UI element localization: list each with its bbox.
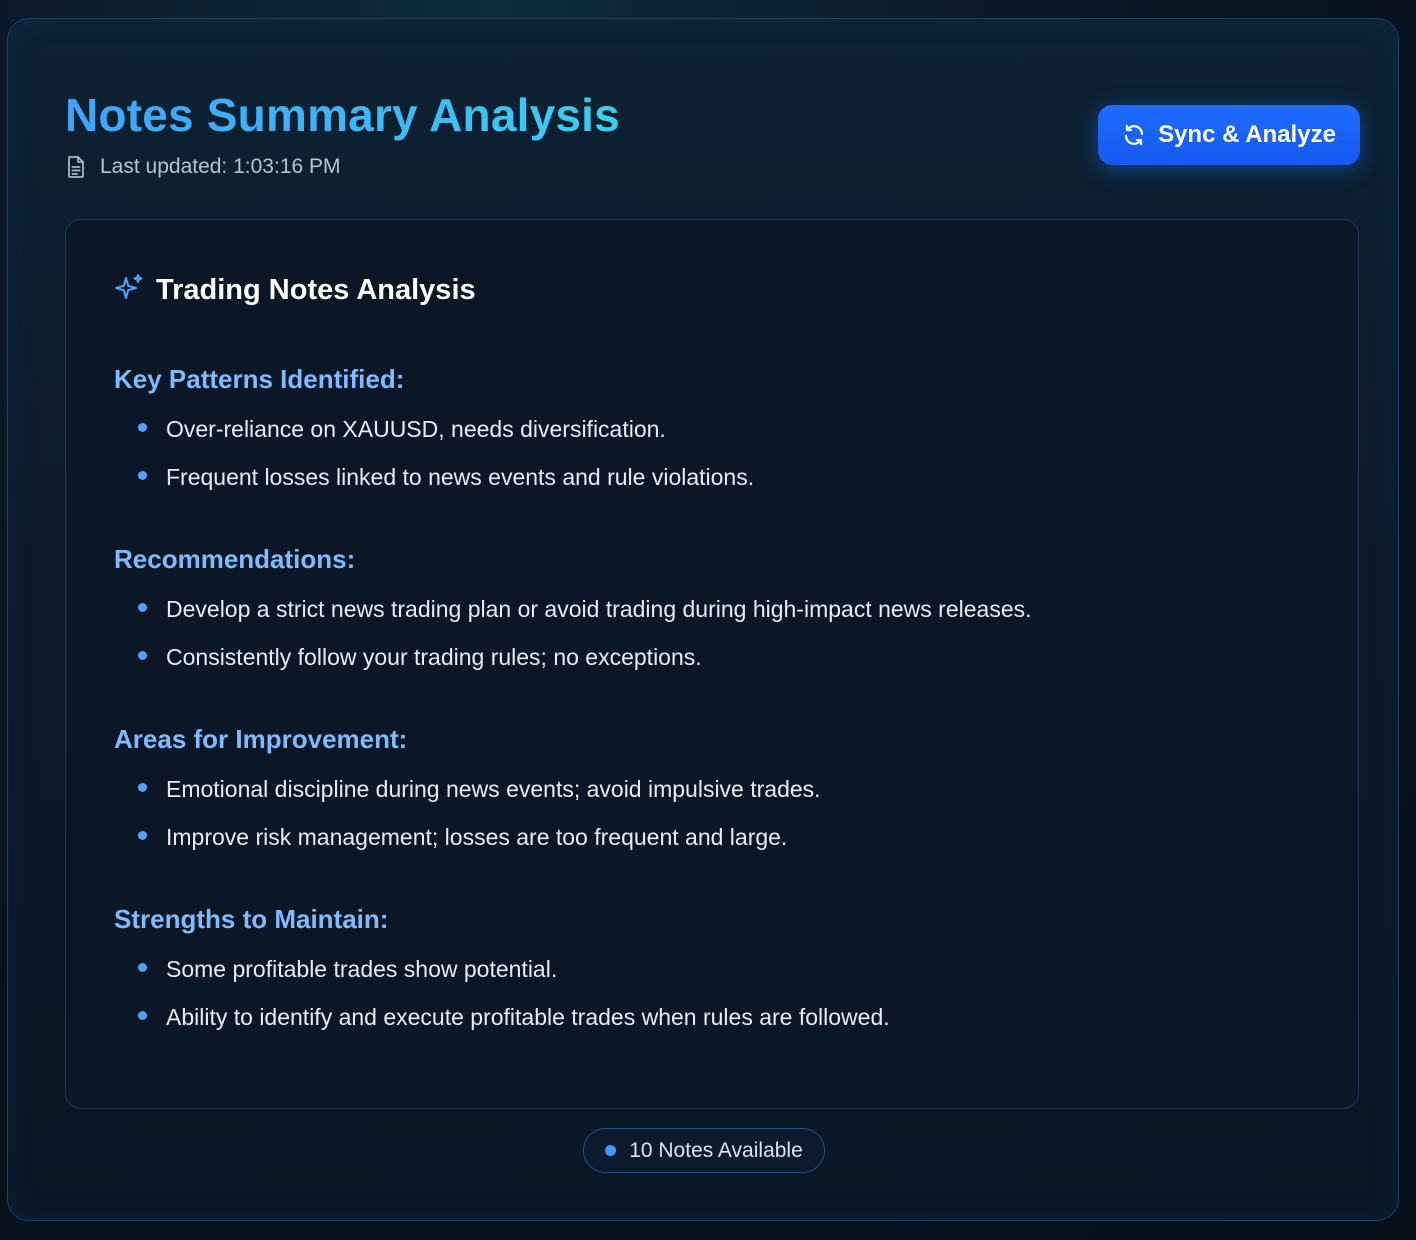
bullet-dot xyxy=(138,783,147,792)
sync-analyze-button[interactable]: Sync & Analyze xyxy=(1098,105,1360,165)
list-item: Consistently follow your trading rules; … xyxy=(114,642,1032,672)
last-updated-text: Last updated: 1:03:16 PM xyxy=(100,155,341,178)
refresh-icon xyxy=(1122,123,1146,147)
list-item: Improve risk management; losses are too … xyxy=(114,822,821,852)
list-item: Some profitable trades show potential. xyxy=(114,954,890,984)
list-item-text: Develop a strict news trading plan or av… xyxy=(166,596,1032,622)
section-list: Some profitable trades show potential. A… xyxy=(114,954,890,1032)
analysis-card: Trading Notes Analysis Key Patterns Iden… xyxy=(65,219,1359,1109)
sync-analyze-label: Sync & Analyze xyxy=(1158,121,1336,148)
section-title: Strengths to Maintain: xyxy=(114,904,389,934)
section-recommendations: Recommendations: Develop a strict news t… xyxy=(114,542,1032,690)
list-item-text: Consistently follow your trading rules; … xyxy=(166,644,702,670)
bullet-dot xyxy=(138,651,147,660)
section-strengths: Strengths to Maintain: Some profitable t… xyxy=(114,902,890,1050)
bullet-dot xyxy=(138,1011,147,1020)
list-item-text: Ability to identify and execute profitab… xyxy=(166,1004,890,1030)
bullet-dot xyxy=(138,603,147,612)
document-icon xyxy=(66,155,86,179)
list-item-text: Improve risk management; losses are too … xyxy=(166,824,788,850)
section-areas-for-improvement: Areas for Improvement: Emotional discipl… xyxy=(114,722,821,870)
list-item: Emotional discipline during news events;… xyxy=(114,774,821,804)
page-title: Notes Summary Analysis xyxy=(65,89,620,141)
last-updated: Last updated: 1:03:16 PM xyxy=(66,153,341,181)
bullet-dot xyxy=(138,423,147,432)
section-title: Key Patterns Identified: xyxy=(114,364,405,394)
list-item: Develop a strict news trading plan or av… xyxy=(114,594,1032,624)
bullet-dot xyxy=(138,831,147,840)
analysis-title: Trading Notes Analysis xyxy=(156,274,476,306)
list-item: Ability to identify and execute profitab… xyxy=(114,1002,890,1032)
section-list: Over-reliance on XAUUSD, needs diversifi… xyxy=(114,414,754,492)
notes-count-badge: 10 Notes Available xyxy=(583,1128,825,1173)
status-dot xyxy=(605,1145,617,1156)
sparkles-icon xyxy=(114,273,144,308)
list-item-text: Frequent losses linked to news events an… xyxy=(166,464,755,490)
list-item-text: Emotional discipline during news events;… xyxy=(166,776,821,802)
list-item-text: Over-reliance on XAUUSD, needs diversifi… xyxy=(166,416,666,442)
bullet-dot xyxy=(138,471,147,480)
section-key-patterns: Key Patterns Identified: Over-reliance o… xyxy=(114,362,754,510)
section-title: Recommendations: xyxy=(114,544,356,574)
section-list: Emotional discipline during news events;… xyxy=(114,774,821,852)
list-item: Over-reliance on XAUUSD, needs diversifi… xyxy=(114,414,754,444)
notes-count-text: 10 Notes Available xyxy=(629,1138,803,1162)
section-list: Develop a strict news trading plan or av… xyxy=(114,594,1032,672)
bullet-dot xyxy=(138,963,147,972)
notes-summary-panel: Notes Summary Analysis Last updated: 1:0… xyxy=(7,18,1399,1221)
list-item-text: Some profitable trades show potential. xyxy=(166,956,558,982)
list-item: Frequent losses linked to news events an… xyxy=(114,462,754,492)
section-title: Areas for Improvement: xyxy=(114,724,408,754)
analysis-card-header: Trading Notes Analysis xyxy=(114,272,476,308)
